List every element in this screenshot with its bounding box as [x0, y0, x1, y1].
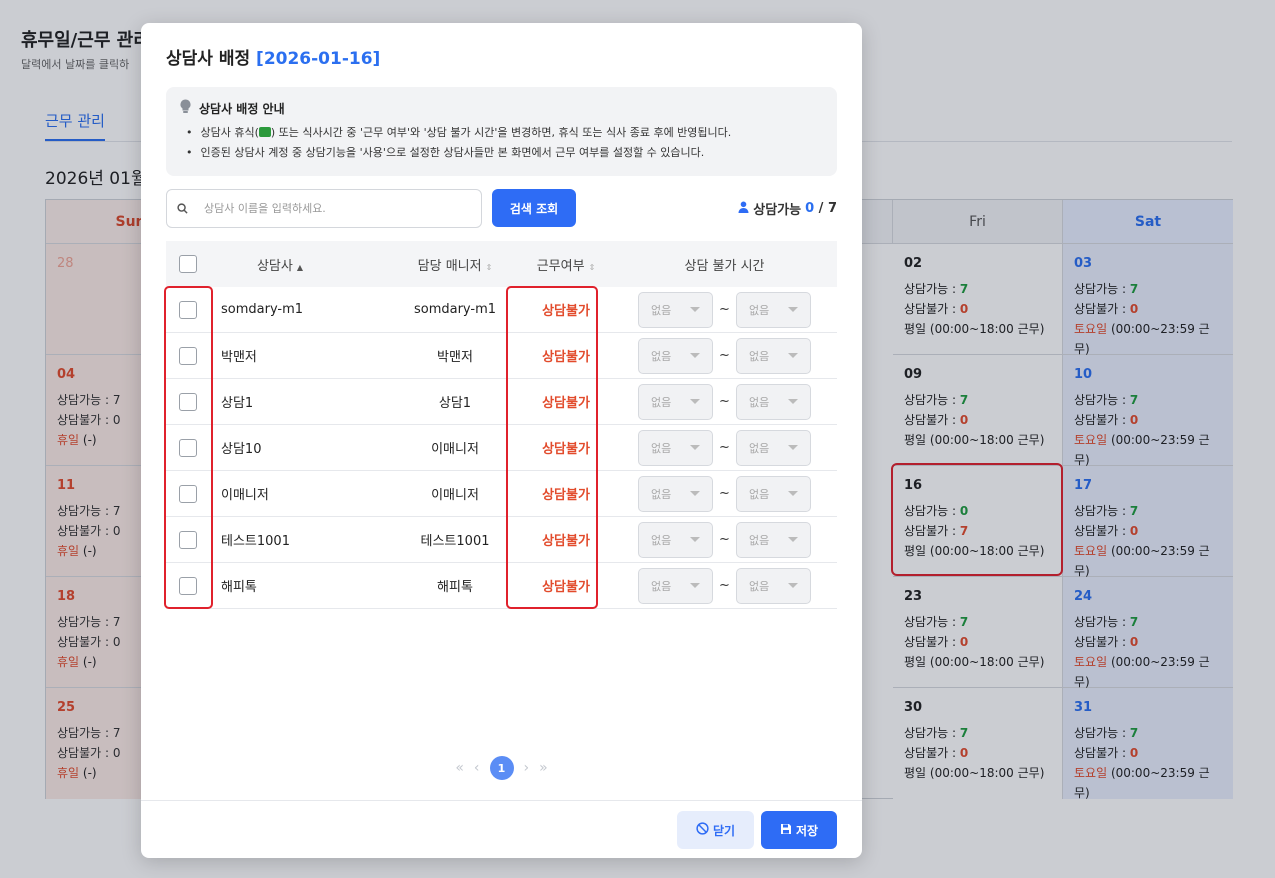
unavailable-from-select[interactable]: 없음: [638, 429, 714, 466]
unavailable-to-select[interactable]: 없음: [735, 521, 811, 558]
unavailable-from-select[interactable]: 없음: [638, 383, 714, 420]
info-title-text: 상담사 배정 안내: [199, 101, 285, 116]
coffee-icon: [258, 127, 271, 137]
column-header-work[interactable]: 근무여부 ⇕: [520, 255, 612, 274]
save-button-label: 저장: [795, 823, 819, 838]
counselor-name: 상담1: [221, 396, 254, 411]
column-header-time: 상담 불가 시간: [684, 258, 765, 274]
save-button[interactable]: 저장: [761, 811, 837, 849]
counselor-name: 박맨저: [221, 350, 257, 365]
chevron-down-icon: [690, 583, 701, 588]
ban-icon: [696, 822, 709, 838]
manager-name: 상담1: [438, 396, 472, 411]
counselor-table: 상담사 ▲ 담당 매니저 ⇕ 근무여부 ⇕ 상담 불가 시간 somdary-m1 s…: [166, 241, 837, 609]
manager-name: 박맨저: [437, 350, 473, 365]
column-header-name[interactable]: 상담사 ▲: [210, 255, 390, 274]
table-row: 상담1 상담1 상담불가 없음 ~ 없음: [166, 379, 837, 425]
unavailable-to-select[interactable]: 없음: [735, 291, 811, 328]
page-number-current[interactable]: 1: [489, 756, 514, 780]
table-row: 이매니저 이매니저 상담불가 없음 ~ 없음: [166, 471, 837, 517]
counselor-name: 해피톡: [221, 580, 257, 595]
search-icon: [177, 199, 188, 218]
select-all-checkbox[interactable]: [179, 255, 197, 273]
search-input[interactable]: [204, 202, 464, 215]
sort-icon: ⇕: [485, 262, 493, 272]
info-box: 상담사 배정 안내 상담사 휴식() 또는 식사시간 중 '근무 여부'와 '상…: [166, 87, 837, 176]
chevron-down-icon: [787, 583, 798, 588]
info-item: 상담사 휴식() 또는 식사시간 중 '근무 여부'와 '상담 불가 시간'을 …: [180, 123, 823, 143]
counselor-name: 상담10: [221, 442, 262, 457]
chevron-down-icon: [787, 399, 798, 404]
unavailable-from-select[interactable]: 없음: [638, 337, 714, 374]
chevron-down-icon: [690, 307, 701, 312]
modal-title: 상담사 배정 [2026-01-16]: [166, 44, 380, 69]
next-page-button[interactable]: ›: [524, 760, 530, 776]
manager-name: somdary-m1: [413, 302, 497, 317]
manager-name: 해피톡: [437, 580, 473, 595]
user-icon: [738, 201, 749, 217]
unavailable-from-select[interactable]: 없음: [638, 475, 714, 512]
search-box: [166, 189, 482, 228]
pagination: « ‹ 1 › »: [141, 756, 862, 780]
prev-page-button[interactable]: ‹: [474, 760, 480, 776]
available-label: 상담가능: [753, 203, 802, 218]
modal-title-text: 상담사 배정: [166, 49, 251, 69]
available-count: 0: [805, 201, 815, 216]
table-row: 상담10 이매니저 상담불가 없음 ~ 없음: [166, 425, 837, 471]
unavailable-from-select[interactable]: 없음: [638, 567, 714, 604]
info-title: 상담사 배정 안내: [180, 99, 823, 117]
annotation-highlight-work-status: [506, 286, 598, 609]
unavailable-from-select[interactable]: 없음: [638, 291, 714, 328]
chevron-down-icon: [787, 445, 798, 450]
modal-footer: 닫기 저장: [141, 800, 862, 858]
available-summary: 상담가능 0 / 7: [738, 199, 837, 218]
chevron-down-icon: [787, 353, 798, 358]
chevron-down-icon: [690, 353, 701, 358]
search-button[interactable]: 검색 조회: [492, 189, 576, 227]
table-row: 테스트1001 테스트1001 상담불가 없음 ~ 없음: [166, 517, 837, 563]
chevron-down-icon: [690, 399, 701, 404]
unavailable-to-select[interactable]: 없음: [735, 337, 811, 374]
info-item: 인증된 상담사 계정 중 상담기능을 '사용'으로 설정한 상담사들만 본 화면…: [180, 143, 823, 163]
manager-name: 이매니저: [431, 488, 479, 503]
counselor-name: 이매니저: [221, 488, 269, 503]
available-total: / 7: [814, 201, 837, 216]
last-page-button[interactable]: »: [539, 760, 548, 776]
close-button[interactable]: 닫기: [677, 811, 754, 849]
chevron-down-icon: [787, 491, 798, 496]
modal-title-date: [2026-01-16]: [256, 49, 381, 69]
sort-icon: ⇕: [588, 262, 596, 272]
unavailable-to-select[interactable]: 없음: [735, 383, 811, 420]
assign-counselor-modal: 상담사 배정 [2026-01-16] 상담사 배정 안내 상담사 휴식() 또…: [141, 23, 862, 858]
table-row: 해피톡 해피톡 상담불가 없음 ~ 없음: [166, 563, 837, 609]
first-page-button[interactable]: «: [455, 760, 464, 776]
chevron-down-icon: [690, 537, 701, 542]
unavailable-to-select[interactable]: 없음: [735, 429, 811, 466]
close-button-label: 닫기: [712, 823, 736, 838]
unavailable-to-select[interactable]: 없음: [735, 567, 811, 604]
chevron-down-icon: [690, 491, 701, 496]
chevron-down-icon: [690, 445, 701, 450]
table-row: somdary-m1 somdary-m1 상담불가 없음 ~ 없음: [166, 287, 837, 333]
annotation-highlight-checkboxes: [164, 286, 213, 609]
counselor-name: 테스트1001: [221, 534, 290, 549]
manager-name: 이매니저: [431, 442, 479, 457]
column-header-manager[interactable]: 담당 매니저 ⇕: [390, 255, 520, 274]
counselor-name: somdary-m1: [221, 302, 304, 317]
sort-asc-icon: ▲: [296, 262, 304, 272]
manager-name: 테스트1001: [420, 534, 490, 549]
table-row: 박맨저 박맨저 상담불가 없음 ~ 없음: [166, 333, 837, 379]
chevron-down-icon: [787, 537, 798, 542]
unavailable-to-select[interactable]: 없음: [735, 475, 811, 512]
table-header: 상담사 ▲ 담당 매니저 ⇕ 근무여부 ⇕ 상담 불가 시간: [166, 241, 837, 287]
chevron-down-icon: [787, 307, 798, 312]
floppy-disk-icon: [780, 823, 792, 838]
lightbulb-icon: [180, 99, 191, 117]
unavailable-from-select[interactable]: 없음: [638, 521, 714, 558]
